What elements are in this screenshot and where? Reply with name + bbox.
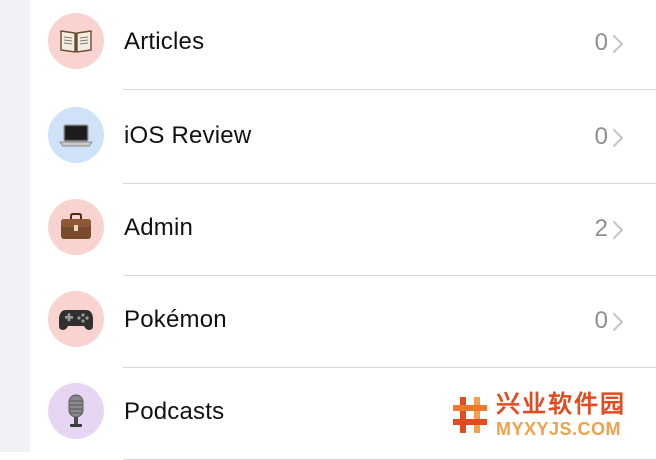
list-item-count: 2 <box>594 215 608 242</box>
list-item-label: Admin <box>124 214 194 241</box>
list-item-label: Podcasts <box>124 398 225 425</box>
open-book-icon <box>48 13 104 69</box>
microphone-icon <box>48 383 104 439</box>
gamepad-icon <box>48 291 104 347</box>
list-item-ios-review[interactable]: iOS Review 0 <box>30 92 656 184</box>
hash-logo-icon <box>450 393 490 437</box>
list-item-label: Articles <box>124 28 205 55</box>
watermark-subtitle: MYXYJS.COM <box>496 418 622 439</box>
sidebar-gutter <box>0 0 30 452</box>
watermark-title: 兴业软件园 <box>496 390 626 418</box>
list-item-pokemon[interactable]: Pokémon 0 <box>30 276 656 368</box>
list-item-label: Pokémon <box>124 306 227 333</box>
laptop-icon <box>48 107 104 163</box>
watermark: 兴业软件园 MYXYJS.COM <box>450 388 650 442</box>
chevron-right-icon <box>612 220 624 240</box>
list-item-label: iOS Review <box>124 122 252 149</box>
list-item-count: 0 <box>594 29 608 56</box>
list-item-count: 0 <box>594 307 608 334</box>
list-item-count: 0 <box>594 123 608 150</box>
briefcase-icon <box>48 199 104 255</box>
list-item-articles[interactable]: Articles 0 <box>30 0 656 90</box>
chevron-right-icon <box>612 312 624 332</box>
project-list: Articles 0 iOS Review 0 Admin 2 Pokémon … <box>30 0 656 460</box>
list-item-admin[interactable]: Admin 2 <box>30 184 656 276</box>
chevron-right-icon <box>612 34 624 54</box>
chevron-right-icon <box>612 128 624 148</box>
